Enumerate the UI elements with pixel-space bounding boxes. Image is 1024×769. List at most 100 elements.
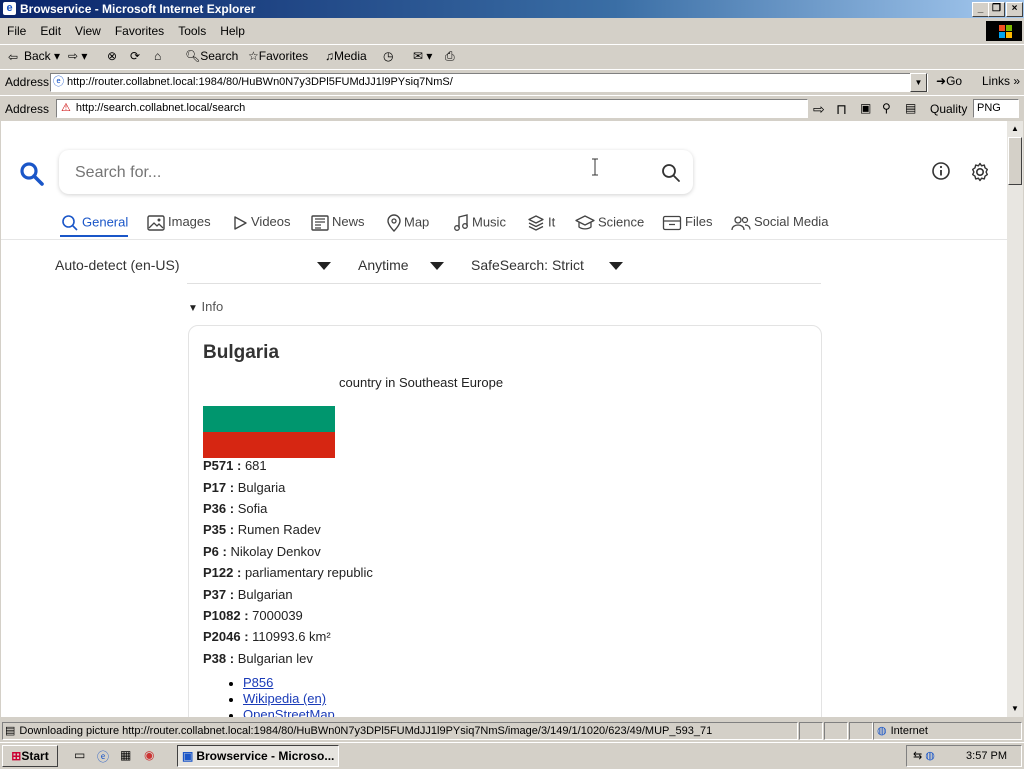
- layers-icon: [528, 215, 544, 231]
- address-label: Address: [5, 102, 50, 116]
- tab-general[interactable]: General: [61, 214, 128, 232]
- search-icon: [62, 215, 78, 231]
- tab-map[interactable]: Map: [387, 214, 429, 232]
- ie-quicklaunch-icon[interactable]: ⓔ: [97, 748, 109, 765]
- property-key: P1082 :: [203, 608, 249, 623]
- history-button[interactable]: ◷: [383, 49, 393, 63]
- infobox-property: P571 : 681: [203, 458, 267, 473]
- refresh-button[interactable]: ⟳: [130, 49, 140, 63]
- search-button[interactable]: 🔍︎Search: [185, 49, 238, 63]
- language-select[interactable]: Auto-detect (en-US): [55, 257, 180, 273]
- scroll-down-icon[interactable]: ▼: [1007, 701, 1023, 717]
- property-value: Nikolay Denkov: [230, 544, 321, 559]
- link-openstreetmap[interactable]: OpenStreetMap: [243, 707, 335, 717]
- status-pane: [849, 722, 873, 740]
- menu-tools[interactable]: Tools: [171, 20, 213, 38]
- quality-select[interactable]: PNG: [973, 99, 1019, 118]
- forward-button[interactable]: ⇨ ▾: [68, 49, 87, 63]
- search-submit-icon[interactable]: [661, 163, 681, 183]
- loading-page-icon: ▤: [5, 725, 16, 737]
- link-p856[interactable]: P856: [243, 675, 273, 690]
- ie-logo-icon: e: [3, 2, 16, 15]
- media-player-icon[interactable]: ◉: [144, 748, 154, 762]
- time-dropdown-icon[interactable]: [430, 262, 444, 270]
- language-dropdown-icon[interactable]: [317, 262, 331, 270]
- back-button[interactable]: ⇦ Back ▾: [8, 49, 60, 64]
- ie-url-field[interactable]: ⓔ http://router.collabnet.local:1984/80/H…: [50, 73, 928, 92]
- search-input[interactable]: [73, 160, 637, 186]
- ie-address-bar: Address ⓔ http://router.collabnet.local:1…: [0, 69, 1024, 94]
- go-button[interactable]: ➜Go: [936, 74, 962, 88]
- mail-button[interactable]: ✉ ▾: [413, 49, 432, 63]
- media-button[interactable]: ♫Media: [325, 49, 367, 63]
- tab-it[interactable]: It: [527, 214, 555, 232]
- minimize-button[interactable]: _: [972, 2, 989, 17]
- tab-science[interactable]: Science: [575, 214, 644, 232]
- property-value: Bulgaria: [237, 480, 286, 495]
- page-icon: ⓔ: [53, 76, 64, 88]
- property-key: P36 :: [203, 501, 235, 516]
- music-note-icon: [454, 214, 468, 231]
- status-bar: ▤ Downloading picture http://router.colla…: [0, 721, 1024, 741]
- menu-edit[interactable]: Edit: [33, 20, 68, 38]
- home-button[interactable]: ⌂: [154, 49, 161, 63]
- settings-gear-icon[interactable]: [969, 161, 991, 183]
- browservice-url-field[interactable]: ⚠ http://search.collabnet.local/search: [56, 99, 808, 118]
- info-icon[interactable]: [931, 161, 951, 181]
- taskbar-item-browservice[interactable]: ▣ Browservice - Microso...: [177, 745, 339, 767]
- show-desktop-icon[interactable]: ▭: [74, 748, 85, 762]
- property-key: P2046 :: [203, 629, 249, 644]
- favorites-button[interactable]: ☆Favorites: [248, 49, 308, 63]
- refresh-icon: ⟳: [130, 49, 141, 63]
- url-dropdown-button[interactable]: ▼: [910, 73, 927, 92]
- searxng-logo-icon[interactable]: [19, 161, 45, 187]
- infobox-property: P122 : parliamentary republic: [203, 565, 373, 580]
- security-zone: ◍ Internet: [873, 722, 1022, 740]
- binoculars-icon[interactable]: ⚲: [882, 101, 891, 115]
- infobox-property: P6 : Nikolay Denkov: [203, 544, 321, 559]
- tab-news[interactable]: News: [311, 214, 365, 231]
- stop-button[interactable]: ⊗: [107, 49, 117, 63]
- scroll-thumb[interactable]: [1008, 137, 1022, 185]
- info-toggle[interactable]: ▼ Info: [188, 299, 223, 314]
- restore-button[interactable]: ❐: [988, 2, 1005, 17]
- menu-favorites[interactable]: Favorites: [108, 20, 171, 38]
- tab-images[interactable]: Images: [147, 214, 211, 231]
- menu-file[interactable]: File: [0, 20, 33, 38]
- time-range-select[interactable]: Anytime: [358, 257, 409, 273]
- bookmark-icon[interactable]: ⊓: [836, 101, 847, 118]
- link-wikipedia[interactable]: Wikipedia (en): [243, 691, 326, 706]
- vertical-scrollbar[interactable]: ▲ ▼: [1007, 121, 1023, 717]
- newspaper-icon: [311, 214, 329, 231]
- tab-videos[interactable]: Videos: [232, 214, 291, 231]
- links-button[interactable]: Links »: [982, 74, 1020, 88]
- clipboard-icon[interactable]: ▤: [905, 101, 916, 115]
- flag-image: [203, 380, 335, 458]
- tab-social-media[interactable]: Social Media: [731, 214, 828, 231]
- link-item: OpenStreetMap: [243, 707, 335, 717]
- address-label: Address: [5, 75, 50, 89]
- safesearch-dropdown-icon[interactable]: [609, 262, 623, 270]
- active-tab-indicator: [60, 235, 128, 237]
- go-arrow-icon[interactable]: ⇨: [813, 101, 825, 118]
- close-button[interactable]: ×: [1006, 2, 1023, 17]
- start-button[interactable]: ⊞Start: [2, 745, 58, 767]
- network-icon[interactable]: ⇆: [913, 750, 922, 762]
- tab-files[interactable]: Files: [662, 214, 712, 231]
- property-key: P37 :: [203, 587, 235, 602]
- tab-music[interactable]: Music: [453, 214, 506, 232]
- infobox-property: P38 : Bulgarian lev: [203, 651, 313, 666]
- find-icon[interactable]: ▣: [860, 101, 871, 115]
- mail-icon: ✉ ▾: [413, 49, 433, 63]
- scroll-up-icon[interactable]: ▲: [1007, 121, 1023, 137]
- forward-arrow-icon: ⇨ ▾: [68, 49, 88, 63]
- menu-view[interactable]: View: [68, 20, 108, 38]
- link-item: P856: [243, 675, 335, 691]
- text-cursor-icon: [592, 158, 598, 176]
- print-button[interactable]: ⎙: [445, 49, 455, 64]
- menu-help[interactable]: Help: [213, 20, 252, 38]
- safesearch-select[interactable]: SafeSearch: Strict: [471, 257, 584, 273]
- infobox-property: P17 : Bulgaria: [203, 480, 285, 495]
- explorer-quicklaunch-icon[interactable]: ▦: [120, 748, 131, 762]
- globe-tray-icon[interactable]: ◍: [925, 750, 935, 762]
